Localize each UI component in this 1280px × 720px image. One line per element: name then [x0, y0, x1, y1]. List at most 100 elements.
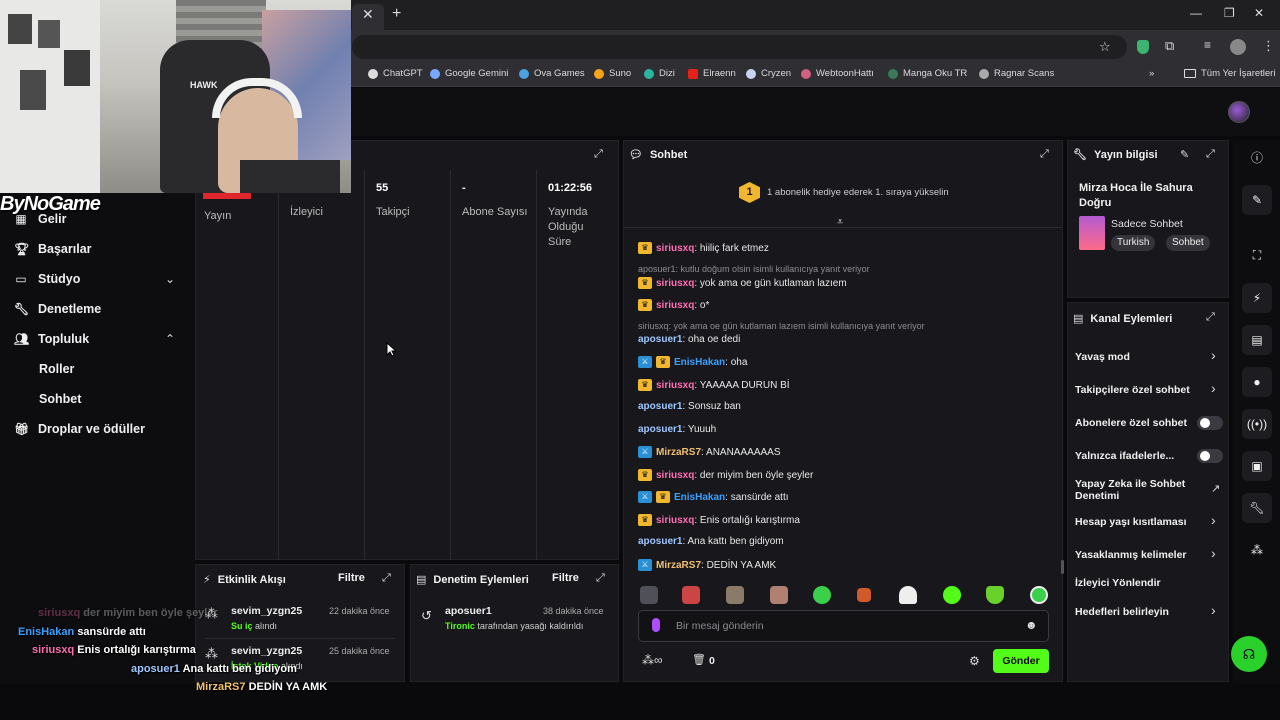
edit-icon[interactable]: ✎	[1180, 148, 1189, 161]
setting-raid[interactable]: İzleyici Yönlendir	[1075, 577, 1161, 589]
chat-username[interactable]: aposuer1	[638, 536, 682, 547]
emoji-icon[interactable]: ☻	[1025, 618, 1038, 632]
subscriber-badge-icon[interactable]: ♛	[638, 299, 652, 311]
support-headset-button[interactable]: ☊	[1231, 636, 1267, 672]
external-link-icon[interactable]: ↗	[1211, 482, 1220, 495]
activity-user[interactable]: sevim_yzgn25	[231, 645, 302, 657]
subscriber-badge-icon[interactable]: ♛	[638, 242, 652, 254]
chat-username[interactable]: siriusxq	[656, 300, 694, 311]
chat-username[interactable]: siriusxq	[656, 380, 694, 391]
chevron-right-icon[interactable]: ›	[1211, 545, 1216, 561]
chat-username[interactable]: MirzaRS7	[656, 560, 701, 571]
subscriber-badge-icon[interactable]: ♛	[638, 379, 652, 391]
nodes-icon[interactable]: ⁂	[1242, 535, 1272, 565]
setting-goals[interactable]: Hedefleri belirleyin	[1075, 606, 1169, 618]
user-avatar[interactable]	[1228, 101, 1250, 123]
chat-username[interactable]: MirzaRS7	[656, 447, 701, 458]
bookmark-ova-games[interactable]: Ova Games	[519, 68, 585, 79]
bookmark-elraenn[interactable]: Elraenn	[688, 68, 736, 79]
chat-username[interactable]: aposuer1	[638, 334, 682, 345]
chat-username[interactable]: aposuer1	[638, 401, 682, 412]
stream-manager-icon[interactable]: ▣	[1242, 451, 1272, 481]
sidebar-item-drops[interactable]: 🎁︎ Droplar ve ödüller	[14, 422, 145, 436]
setting-followers-only[interactable]: Takipçilere özel sohbet	[1075, 384, 1190, 396]
sidebar-item-studio[interactable]: ▭ Stüdyo	[14, 272, 80, 286]
sidebar-item-community[interactable]: 👥︎ Topluluk	[14, 332, 89, 346]
lightning-icon[interactable]: ⚡︎	[1242, 283, 1272, 313]
chevron-right-icon[interactable]: ›	[1211, 347, 1216, 363]
close-tab-icon[interactable]: ✕	[362, 6, 374, 23]
popout-icon[interactable]: ⤢	[1040, 148, 1049, 161]
browser-menu-icon[interactable]: ⋮	[1262, 38, 1275, 54]
moderator-badge-icon[interactable]: ⚔	[638, 559, 652, 571]
microphone-icon[interactable]	[652, 618, 660, 632]
bookmark-gemini[interactable]: Google Gemini	[430, 68, 508, 79]
bookmark-webtoonhatti[interactable]: WebtoonHattı	[801, 68, 874, 79]
mod-filter-button[interactable]: Filtre	[552, 572, 579, 584]
chat-username[interactable]: siriusxq	[656, 278, 694, 289]
emote-icon[interactable]	[943, 586, 961, 604]
moderator-badge-icon[interactable]: ⚔	[638, 491, 652, 503]
media-control-icon[interactable]: ≡	[1204, 38, 1211, 52]
document-icon[interactable]: ▤	[1242, 325, 1272, 355]
extensions-icon[interactable]: ⧉	[1165, 38, 1174, 54]
emote-icon[interactable]	[899, 586, 917, 604]
tag-chip[interactable]: Sohbet	[1166, 235, 1210, 251]
chat-username[interactable]: aposuer1	[638, 424, 682, 435]
chevron-up-icon[interactable]: ⌃	[165, 332, 175, 346]
chat-username[interactable]: siriusxq	[656, 243, 694, 254]
subscriber-badge-icon[interactable]: ♛	[656, 356, 670, 368]
sidebar-item-achievements[interactable]: 🏆︎ Başarılar	[14, 242, 92, 256]
chevron-right-icon[interactable]: ›	[1211, 380, 1216, 396]
chevron-down-icon[interactable]: ⌄	[165, 272, 175, 286]
activity-user[interactable]: sevim_yzgn25	[231, 605, 302, 617]
minimize-icon[interactable]: —	[1190, 6, 1202, 20]
clip-icon[interactable]: ⛶	[1242, 240, 1272, 270]
popout-icon[interactable]: ⤢	[1206, 311, 1215, 324]
broadcast-icon[interactable]: ((•))	[1242, 409, 1272, 439]
bookmark-ragnar-scans[interactable]: Ragnar Scans	[979, 68, 1054, 79]
emote-icon[interactable]	[1030, 586, 1048, 604]
maximize-icon[interactable]: ❐	[1224, 6, 1235, 20]
bookmark-cryzen[interactable]: Cryzen	[746, 68, 791, 79]
chat-scrollbar[interactable]	[1061, 560, 1064, 574]
bookmark-suno[interactable]: Suno	[594, 68, 631, 79]
gift-sub-prompt[interactable]: 1 abonelik hediye ederek 1. sıraya yükse…	[767, 187, 949, 198]
setting-ai-moderation[interactable]: Yapay Zeka ile Sohbet Denetimi	[1075, 478, 1195, 502]
chevron-right-icon[interactable]: ›	[1211, 602, 1216, 618]
emote-icon[interactable]	[726, 586, 744, 604]
sidebar-item-roles[interactable]: Roller	[39, 362, 74, 376]
popout-icon[interactable]: ⤢	[594, 148, 603, 161]
subscriber-badge-icon[interactable]: ♛	[656, 491, 670, 503]
bookmark-dizi[interactable]: Dizi	[644, 68, 675, 79]
shield-extension-icon[interactable]	[1137, 40, 1149, 54]
profile-avatar[interactable]	[1230, 39, 1246, 55]
new-tab-icon[interactable]: +	[392, 5, 401, 23]
edit-icon[interactable]: ✎	[1242, 185, 1272, 215]
chat-username[interactable]: EnisHakan	[674, 492, 725, 503]
emote-only-toggle[interactable]	[1197, 449, 1223, 463]
gear-icon[interactable]: ⚙︎	[969, 654, 980, 668]
sidebar-item-moderation[interactable]: 🔧︎ Denetleme	[14, 302, 101, 316]
channel-points-icon[interactable]: ⁂∞	[642, 653, 663, 667]
popout-icon[interactable]: ⤢	[382, 572, 391, 585]
emote-icon[interactable]	[986, 586, 1004, 604]
bookmark-manga-oku[interactable]: Manga Oku TR	[888, 68, 967, 79]
setting-slow-mode[interactable]: Yavaş mod	[1075, 351, 1130, 363]
chat-username[interactable]: siriusxq	[656, 470, 694, 481]
emote-icon[interactable]	[640, 586, 658, 604]
wrench-icon[interactable]: 🔧︎	[1242, 493, 1272, 523]
chat-username[interactable]: siriusxq	[656, 515, 694, 526]
all-bookmarks[interactable]: Tüm Yer İşaretleri	[1184, 68, 1275, 79]
category-name[interactable]: Sadece Sohbet	[1111, 218, 1183, 230]
send-button[interactable]: Gönder	[993, 649, 1049, 673]
info-icon[interactable]: ⓘ	[1242, 143, 1272, 173]
popout-icon[interactable]: ⤢	[1206, 148, 1215, 161]
sidebar-item-chat[interactable]: Sohbet	[39, 392, 81, 406]
setting-banned-words[interactable]: Yasaklanmış kelimeler	[1075, 549, 1187, 561]
subscribers-only-toggle[interactable]	[1197, 416, 1223, 430]
emote-icon[interactable]	[857, 588, 871, 602]
address-bar[interactable]	[352, 35, 1127, 59]
bookmark-star-icon[interactable]: ☆	[1099, 39, 1111, 55]
popout-icon[interactable]: ⤢	[596, 572, 605, 585]
